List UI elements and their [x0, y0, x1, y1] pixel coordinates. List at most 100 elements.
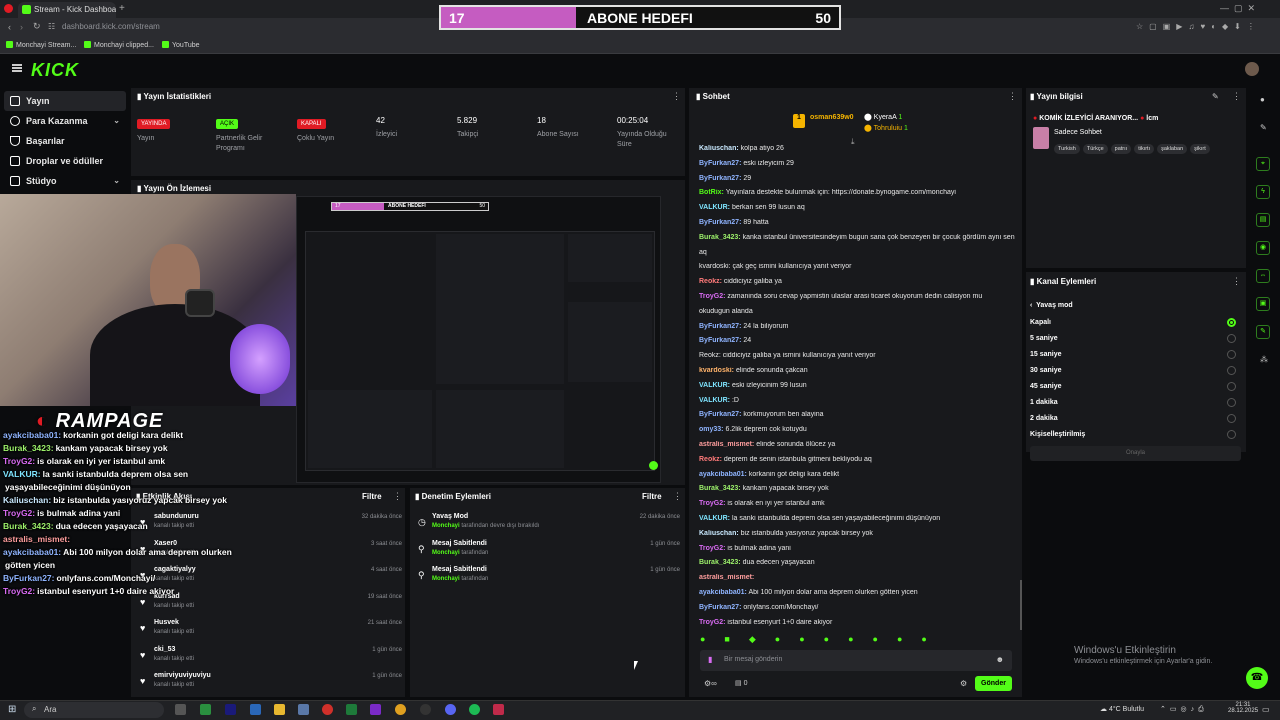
chat-message[interactable]: astralis_mismet: elinde sonunda ölücez y… — [699, 441, 1017, 448]
activity-filter-button[interactable]: Filtre — [362, 492, 382, 501]
chat-message[interactable]: ByFurkan27: korkmuyorum ben alayina — [699, 411, 1017, 418]
top-gifter-name[interactable]: osman639w0 — [810, 114, 854, 121]
rail-link-icon[interactable]: ⇔ — [1256, 269, 1270, 283]
slow-mode-option[interactable]: 1 dakika — [1030, 398, 1242, 407]
more-options-icon[interactable]: ⋮ — [1232, 91, 1241, 102]
slow-mode-option[interactable]: 45 saniye — [1030, 382, 1242, 391]
microphone-icon[interactable]: ▮ — [708, 655, 712, 664]
list-item[interactable]: ⚲ Mesaj Sabitlendi Monchayi tarafından 1… — [418, 564, 680, 590]
chat-message[interactable]: kvardoski: çak geç ismini kullanıcıya ya… — [699, 263, 1017, 270]
list-item[interactable]: ♥ kurrsad kanalı takip etti 19 saat önce — [140, 591, 402, 617]
list-item[interactable]: ◷ Yavaş Mod Monchayi tarafından devre dı… — [418, 511, 680, 537]
tag[interactable]: Türkçe — [1082, 144, 1108, 154]
rail-target-icon[interactable]: ⌖ — [1256, 157, 1270, 171]
weather-widget[interactable]: ☁ 4°C Bulutlu — [1100, 705, 1144, 713]
task-view-icon[interactable] — [175, 704, 186, 715]
rail-more-icon[interactable]: ⁂ — [1260, 355, 1268, 364]
radio-button[interactable] — [1227, 382, 1236, 391]
slow-mode-option[interactable]: 5 saniye — [1030, 334, 1242, 343]
chat-message[interactable]: ByFurkan27: eski izleyicim 29 — [699, 160, 1017, 167]
slow-mode-option[interactable]: 2 dakika — [1030, 414, 1242, 423]
window-controls[interactable]: — ▢ ✕ — [1220, 3, 1255, 14]
menu-icon[interactable] — [12, 64, 22, 72]
excel-icon[interactable] — [346, 704, 357, 715]
obs-icon[interactable] — [420, 704, 431, 715]
slow-mode-option[interactable]: 30 saniye — [1030, 366, 1242, 375]
radio-button[interactable] — [1227, 334, 1236, 343]
browser-extension-icons[interactable]: ☆▢▣▶♫♥◐◆⬇⋮ — [1136, 22, 1261, 31]
chat-settings-icon[interactable]: ⚙∞ — [704, 679, 717, 688]
chat-message[interactable]: ayakcibaba01: korkanin got deligi kara d… — [699, 471, 1017, 478]
tag[interactable]: şikırt — [1190, 144, 1210, 154]
chat-message[interactable]: okudugun alanda — [699, 308, 1017, 315]
list-item[interactable]: ♥ sabundunuru kanalı takip etti 32 dakik… — [140, 511, 402, 537]
notification-icon[interactable]: ▭ — [1262, 705, 1270, 714]
chat-message[interactable]: aq — [699, 249, 1017, 256]
chat-message[interactable]: VALKUR: la sanki istanbulda deprem olsa … — [699, 515, 1017, 522]
confirm-button[interactable]: Onayla — [1030, 446, 1241, 461]
list-item[interactable]: ♥ Husvek kanalı takip etti 21 saat önce — [140, 617, 402, 643]
sidebar-item-basarilar[interactable]: Başarılar — [0, 131, 128, 151]
browser-profile-icon[interactable] — [4, 4, 13, 13]
chat-message[interactable]: ByFurkan27: 24 la biliyorum — [699, 323, 1017, 330]
forward-icon[interactable]: › — [20, 22, 23, 32]
chat-message[interactable]: Burak_3423: kanka istanbul üniversitesin… — [699, 234, 1017, 241]
rail-bolt-icon[interactable]: ϟ — [1256, 185, 1270, 199]
taskbar-app-icon[interactable] — [493, 704, 504, 715]
follower-name[interactable]: cki_53 — [154, 646, 175, 653]
send-button[interactable]: Gönder — [975, 676, 1012, 691]
chat-scrollbar[interactable] — [1020, 580, 1022, 630]
top-gifter[interactable]: ⬤ KyeraA 1 — [864, 113, 902, 121]
rail-wrench-icon[interactable]: ✎ — [1256, 325, 1270, 339]
reload-icon[interactable]: ↻ — [33, 21, 41, 32]
chat-message[interactable]: Burak_3423: kankam yapacak birsey yok — [699, 485, 1017, 492]
edit-icon[interactable]: ✎ — [1260, 123, 1267, 132]
moderation-filter-button[interactable]: Filtre — [642, 492, 662, 501]
folder-icon[interactable] — [274, 704, 285, 715]
chat-message[interactable]: Burak_3423: dua edecen yaşayacan — [699, 559, 1017, 566]
chat-message[interactable]: TroyG2: is olarak en iyi yer istanbul am… — [699, 500, 1017, 507]
emoji-icon[interactable]: ☻ — [996, 655, 1004, 664]
more-options-icon[interactable]: ⋮ — [672, 91, 681, 102]
chat-message[interactable]: TroyG2: is bulmak adina yani — [699, 545, 1017, 552]
sidebar-item-yayin[interactable]: Yayın — [4, 91, 126, 111]
radio-button[interactable] — [1227, 398, 1236, 407]
list-item[interactable]: ♥ emirviyuviyuviyu kanalı takip etti 1 g… — [140, 670, 402, 696]
url-field[interactable]: dashboard.kick.com/stream — [62, 22, 160, 31]
radio-button[interactable] — [1227, 366, 1236, 375]
chat-message[interactable]: TroyG2: istanbul esenyurt 1+0 daire akiy… — [699, 619, 1017, 626]
follower-name[interactable]: emirviyuviyuviyu — [154, 672, 211, 679]
browser-tab[interactable]: Stream - Kick Dashboard — [18, 2, 116, 18]
follower-name[interactable]: Husvek — [154, 619, 179, 626]
user-avatar[interactable] — [1245, 62, 1259, 76]
follower-name[interactable]: Xaser0 — [154, 540, 177, 547]
back-icon[interactable]: ‹ — [8, 22, 11, 32]
more-options-icon[interactable]: ⋮ — [1008, 91, 1017, 102]
kick-logo[interactable]: KICK — [31, 60, 79, 81]
chat-message[interactable]: ByFurkan27: onlyfans.com/Monchayi/ — [699, 604, 1017, 611]
clock[interactable]: 21:31 28.12.2025 — [1228, 702, 1258, 714]
list-item[interactable]: ♥ cki_53 kanalı takip etti 1 gün önce — [140, 644, 402, 670]
more-options-icon[interactable]: ⋮ — [673, 491, 682, 502]
taskbar-app-icon[interactable] — [225, 704, 236, 715]
chat-message[interactable]: Reokz: deprem de senin istanbula gitmeni… — [699, 456, 1017, 463]
emote-bar[interactable]: ●■◆●●●●●●● — [700, 634, 1012, 646]
chat-message[interactable]: TroyG2: zamaninda soru cevap yapmistin u… — [699, 293, 1017, 300]
help-chat-icon[interactable]: ☎ — [1246, 667, 1268, 689]
rail-box-icon[interactable]: ▣ — [1256, 297, 1270, 311]
radio-button[interactable] — [1227, 414, 1236, 423]
slow-mode-back-button[interactable]: ‹ Yavaş mod — [1030, 302, 1073, 309]
list-item[interactable]: ⚲ Mesaj Sabitlendi Monchayi tarafından 1… — [418, 538, 680, 564]
chat-message[interactable]: astralis_mismet: — [699, 574, 1017, 581]
follower-name[interactable]: sabundunuru — [154, 513, 199, 520]
stream-preview-frame[interactable]: 17 ABONE HEDEFI 50 — [296, 196, 661, 483]
rail-chat-icon[interactable]: ◉ — [1256, 241, 1270, 255]
chat-message[interactable]: ByFurkan27: 24 — [699, 337, 1017, 344]
system-tray-icons[interactable]: ⌃▭◎♪⎙ — [1160, 705, 1208, 714]
tag[interactable]: şaklaban — [1157, 144, 1188, 154]
radio-button[interactable] — [1227, 430, 1236, 439]
rail-page-icon[interactable]: ▤ — [1256, 213, 1270, 227]
tag[interactable]: tikırtı — [1134, 144, 1155, 154]
sidebar-item-para-kazanma[interactable]: Para Kazanma ⌄ — [0, 111, 128, 131]
taskbar-app-icon[interactable] — [298, 704, 309, 715]
